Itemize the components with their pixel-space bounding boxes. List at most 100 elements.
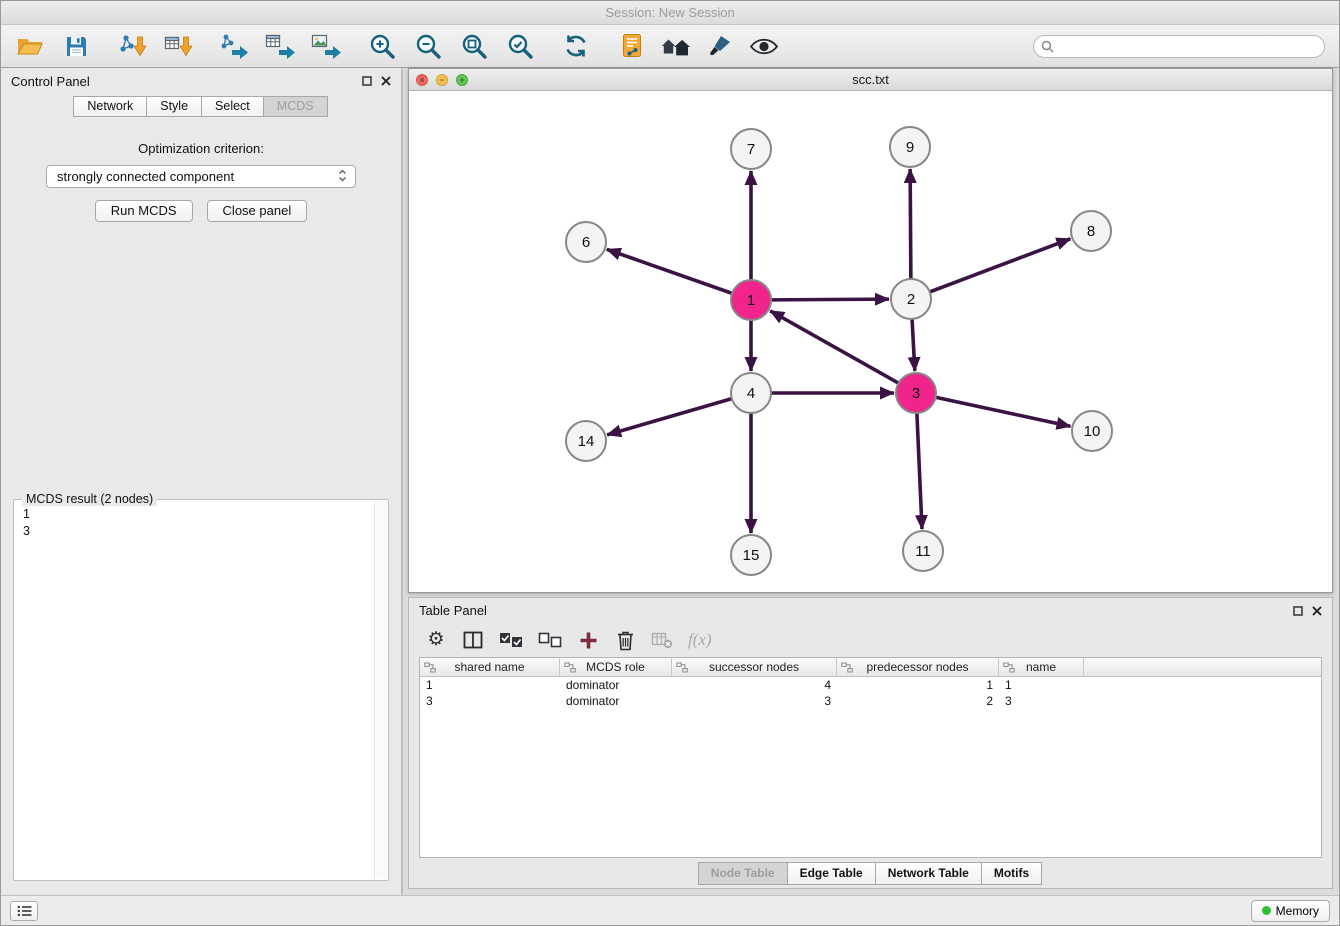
table-panel-header: Table Panel [409,598,1332,623]
edge-3-to-10[interactable] [936,397,1071,426]
float-control-panel-button[interactable] [362,76,372,86]
node-8[interactable]: 8 [1071,211,1111,251]
close-control-panel-button[interactable] [381,76,391,86]
column-header-name[interactable]: name [999,658,1084,676]
control-panel-header: Control Panel [1,68,401,94]
zoom-in-button[interactable] [367,31,397,61]
edge-4-to-14[interactable] [607,399,732,435]
mcds-buttons: Run MCDS Close panel [1,200,401,222]
node-7[interactable]: 7 [731,129,771,169]
table-row[interactable]: 3dominator323 [420,693,1321,709]
edge-2-to-3[interactable] [912,319,915,371]
open-session-button[interactable] [15,31,45,61]
tab-network[interactable]: Network [73,96,147,117]
window-zoom-button[interactable]: + [456,74,468,86]
column-type-icon [564,662,576,676]
checked-boxes-icon [499,632,523,648]
edge-1-to-2[interactable] [771,299,889,300]
delete-column-button[interactable] [614,628,636,652]
edge-2-to-9[interactable] [910,169,911,279]
deselect-all-columns-button[interactable] [538,628,562,652]
import-table-button[interactable] [163,31,193,61]
edge-2-to-8[interactable] [930,239,1071,292]
zoom-in-icon [369,33,396,60]
create-column-button[interactable] [577,628,599,652]
close-table-panel-button[interactable] [1312,606,1322,616]
node-1[interactable]: 1 [731,280,771,320]
zoom-out-button[interactable] [413,31,443,61]
node-label: 6 [582,234,590,251]
edge-3-to-11[interactable] [917,413,922,529]
close-panel-button[interactable]: Close panel [207,200,308,222]
node-14[interactable]: 14 [566,421,606,461]
show-hide-eye-button[interactable] [749,31,779,61]
table-cell: 3 [999,694,1084,708]
node-6[interactable]: 6 [566,222,606,262]
fx-icon: f(x) [688,630,712,650]
export-image-icon [311,33,341,59]
table-cell: dominator [560,694,672,708]
table-toolbar: ⚙ f(x) [409,623,1332,657]
search-input[interactable] [1033,35,1325,58]
tab-style[interactable]: Style [146,96,202,117]
node-3[interactable]: 3 [896,373,936,413]
tab-mcds[interactable]: MCDS [263,96,328,117]
node-2[interactable]: 2 [891,279,931,319]
export-network-button[interactable] [219,31,249,61]
refresh-button[interactable] [561,31,591,61]
table-cell: 1 [837,678,999,692]
tab-select[interactable]: Select [201,96,264,117]
edge-1-to-6[interactable] [607,249,732,293]
criterion-select[interactable]: strongly connected component [46,165,356,188]
column-type-icon [676,662,688,676]
mcds-result-text[interactable]: 13 [14,500,388,880]
node-9[interactable]: 9 [890,127,930,167]
network-window-title: scc.txt [409,72,1332,87]
tab-node-table[interactable]: Node Table [698,862,788,885]
save-session-button[interactable] [61,31,91,61]
tab-motifs[interactable]: Motifs [981,862,1042,885]
apply-layout-button[interactable] [617,31,647,61]
zoom-selected-icon [507,33,534,60]
zoom-fit-button[interactable] [459,31,489,61]
show-panels-button[interactable] [10,901,38,921]
import-network-button[interactable] [117,31,147,61]
run-mcds-button[interactable]: Run MCDS [95,200,193,222]
criterion-select-value: strongly connected component [57,169,234,184]
home-networks-button[interactable] [661,31,691,61]
search-icon [1041,40,1054,58]
window-close-button[interactable]: × [416,74,428,86]
paint-brush-icon [708,34,732,58]
node-11[interactable]: 11 [903,531,943,571]
delete-table-icon [651,631,673,649]
result-scrollbar[interactable] [374,501,387,879]
export-table-button[interactable] [265,31,295,61]
tab-edge-table[interactable]: Edge Table [787,862,876,885]
table-row[interactable]: 1dominator411 [420,677,1321,693]
node-10[interactable]: 10 [1072,411,1112,451]
memory-button[interactable]: Memory [1251,900,1330,922]
close-icon [1312,606,1322,616]
column-header-predecessor-nodes[interactable]: predecessor nodes [837,658,999,676]
tab-network-table[interactable]: Network Table [875,862,982,885]
node-4[interactable]: 4 [731,373,771,413]
memory-label: Memory [1276,904,1319,918]
node-label: 10 [1084,423,1101,440]
node-15[interactable]: 15 [731,535,771,575]
float-table-panel-button[interactable] [1293,606,1303,616]
table-settings-button[interactable]: ⚙ [425,628,447,652]
column-header-MCDS-role[interactable]: MCDS role [560,658,672,676]
show-column-panel-button[interactable] [462,628,484,652]
zoom-selected-button[interactable] [505,31,535,61]
export-image-button[interactable] [311,31,341,61]
mcds-result-box: MCDS result (2 nodes) 13 [13,499,389,881]
edge-3-to-1[interactable] [770,311,898,383]
column-header-shared-name[interactable]: shared name [420,658,560,676]
column-header-successor-nodes[interactable]: successor nodes [672,658,837,676]
network-canvas[interactable]: 7 9 6 8 1 2 4 3 14 10 15 11 [409,91,1332,592]
node-label: 9 [906,139,914,156]
style-brush-button[interactable] [705,31,735,61]
window-minimize-button[interactable]: − [436,74,448,86]
select-all-columns-button[interactable] [499,628,523,652]
network-window-titlebar[interactable]: scc.txt × − + [409,69,1332,91]
